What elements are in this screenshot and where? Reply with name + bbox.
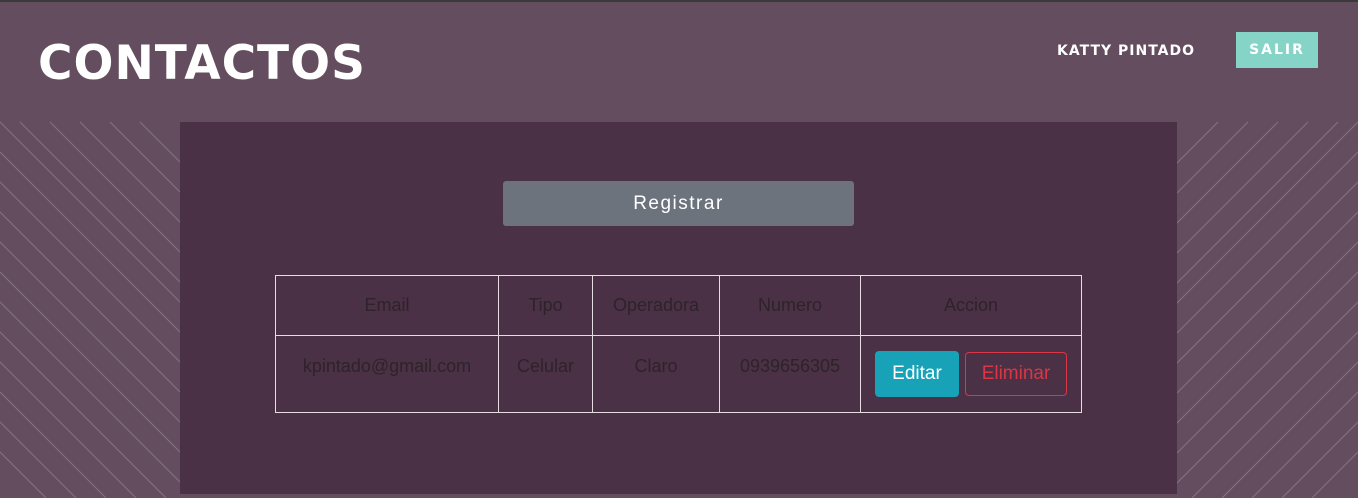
header-tipo: Tipo bbox=[498, 275, 593, 336]
main-panel: Registrar Email Tipo Operadora Numero Ac… bbox=[180, 122, 1177, 494]
cell-operadora: Claro bbox=[592, 335, 720, 413]
header-numero: Numero bbox=[719, 275, 861, 336]
header-accion: Accion bbox=[860, 275, 1082, 336]
operadora-value: Claro bbox=[634, 355, 678, 376]
tipo-value: Celular bbox=[516, 355, 575, 376]
cell-tipo: Celular bbox=[498, 335, 593, 413]
table-row: kpintado@gmail.com Celular Claro 0939656… bbox=[275, 335, 1082, 413]
cell-numero: 0939656305 bbox=[719, 335, 861, 413]
user-name: KATTY PINTADO bbox=[1057, 43, 1196, 59]
numero-value: 0939656305 bbox=[739, 355, 841, 376]
delete-button[interactable]: Eliminar bbox=[965, 352, 1067, 396]
cell-accion: Editar Eliminar bbox=[860, 335, 1082, 413]
contacts-table: Email Tipo Operadora Numero Accion kpint… bbox=[275, 275, 1082, 413]
table-header-row: Email Tipo Operadora Numero Accion bbox=[275, 275, 1082, 336]
edit-button[interactable]: Editar bbox=[875, 351, 959, 397]
cell-email: kpintado@gmail.com bbox=[275, 335, 499, 413]
header-operadora: Operadora bbox=[592, 275, 720, 336]
header-email: Email bbox=[275, 275, 499, 336]
email-value: kpintado@gmail.com bbox=[302, 355, 472, 376]
register-button[interactable]: Registrar bbox=[503, 181, 854, 226]
logout-button[interactable]: SALIR bbox=[1236, 32, 1318, 68]
page-title: CONTACTOS bbox=[38, 36, 366, 91]
